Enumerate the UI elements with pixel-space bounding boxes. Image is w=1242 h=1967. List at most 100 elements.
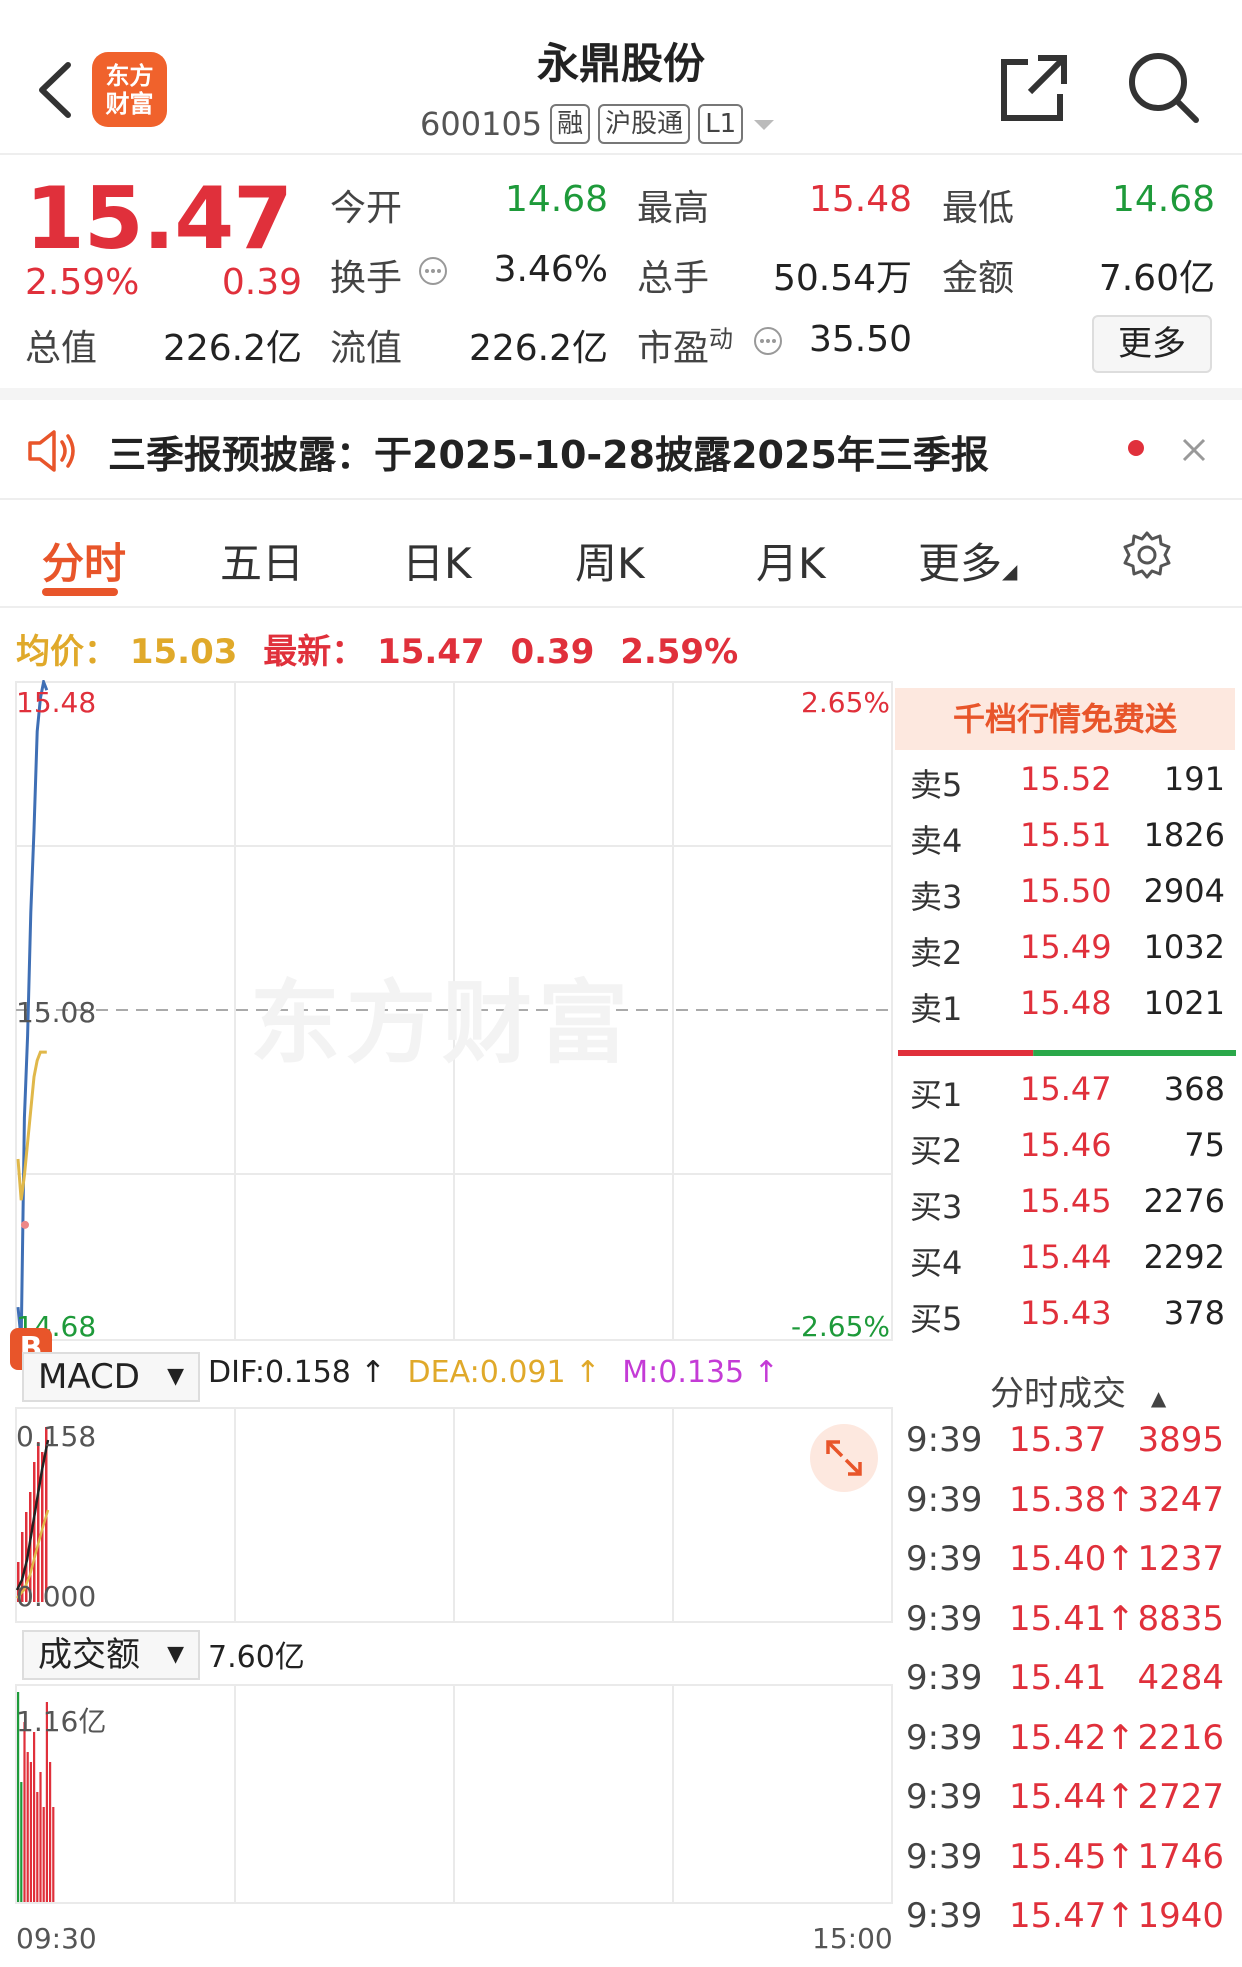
- open-label: 今开: [330, 188, 403, 229]
- ask-vol: 1032: [1143, 928, 1225, 966]
- trade-price: 15.37: [1009, 1420, 1107, 1460]
- volume-bar: [29, 1762, 32, 1902]
- trade-price: 15.45↑: [1009, 1836, 1135, 1877]
- tag-margin: 融: [550, 104, 591, 144]
- volume-bar: [49, 1762, 52, 1902]
- macd-m: M:0.135 ↑: [622, 1355, 779, 1390]
- macd-label: MACD: [38, 1357, 140, 1397]
- dropdown-arrow-icon: ▼: [167, 1642, 184, 1667]
- notice-text: 三季报预披露：于2025-10-28披露2025年三季报: [108, 433, 989, 477]
- tab-weekly-k[interactable]: 周K: [575, 530, 645, 591]
- top-bar: 东方财富 永鼎股份 600105 融 沪股通 L1: [0, 0, 1242, 155]
- trade-row: 9:39 15.42↑ 2216: [906, 1718, 1224, 1776]
- trade-row: 9:39 15.41 4284: [906, 1658, 1224, 1716]
- trade-vol: 3895: [1137, 1420, 1224, 1460]
- trade-row: 9:39 15.41↑ 8835: [906, 1599, 1224, 1657]
- indicator-selector-macd[interactable]: MACD ▼: [22, 1352, 200, 1402]
- ask-price: 15.52: [1020, 760, 1112, 798]
- ask-label: 卖4: [910, 822, 963, 860]
- volume-bar: [42, 1807, 45, 1902]
- bid-price: 15.46: [1020, 1126, 1112, 1164]
- trade-row: 9:39 15.45↑ 1746: [906, 1837, 1224, 1895]
- ask-vol: 191: [1163, 760, 1225, 798]
- volume-grid: [15, 1684, 893, 1904]
- trade-price: 15.40↑: [1009, 1539, 1135, 1579]
- close-icon[interactable]: [1180, 436, 1208, 464]
- tag-level: L1: [698, 104, 744, 144]
- tab-five-day[interactable]: 五日: [220, 530, 304, 591]
- pe-superscript: 动: [709, 325, 734, 353]
- level2-promo-banner[interactable]: 千档行情免费送: [895, 688, 1235, 750]
- bid-vol: 378: [1163, 1294, 1225, 1332]
- bid-price: 15.44: [1020, 1238, 1112, 1276]
- bid-level-4[interactable]: 买4 15.44 2292: [910, 1238, 1225, 1294]
- corner-caret-icon: ◢: [1002, 559, 1018, 583]
- time-start-tick: 09:30: [16, 1922, 97, 1955]
- tab-more[interactable]: 更多◢: [918, 530, 1017, 591]
- y-tick-mid: 15.08: [16, 996, 97, 1029]
- avg-price-line: 均价： 15.03 最新： 15.47 0.39 2.59%: [16, 624, 738, 673]
- ask-level-4[interactable]: 卖2 15.49 1032: [910, 928, 1225, 984]
- active-tab-indicator: [42, 588, 118, 596]
- search-icon[interactable]: [1126, 50, 1200, 124]
- trade-row: 9:39 15.38↑ 3247: [906, 1480, 1224, 1538]
- trades-header[interactable]: 分时成交 ▲: [990, 1366, 1166, 1415]
- trade-time: 9:39: [906, 1836, 983, 1877]
- settings-gear-icon[interactable]: [1122, 530, 1172, 580]
- ask-price: 15.49: [1020, 928, 1112, 966]
- more-quote-button[interactable]: 更多: [1092, 315, 1212, 373]
- sell-ratio-fill: [898, 1050, 1034, 1056]
- tab-monthly-k[interactable]: 月K: [756, 530, 826, 591]
- trade-time: 9:39: [906, 1777, 983, 1817]
- unread-dot: [1128, 440, 1144, 456]
- macd-grid: [15, 1407, 893, 1623]
- bid-level-3[interactable]: 买3 15.45 2276: [910, 1182, 1225, 1238]
- trade-row: 9:39 15.47↑ 1940: [906, 1896, 1224, 1954]
- macd-top-tick: 0.158: [16, 1420, 97, 1453]
- bid-level-1[interactable]: 买1 15.47 368: [910, 1070, 1225, 1126]
- volume-bar: [20, 1782, 23, 1902]
- notice-bar[interactable]: 三季报预披露：于2025-10-28披露2025年三季报: [0, 400, 1242, 500]
- ask-level-1[interactable]: 卖5 15.52 191: [910, 760, 1225, 816]
- volume-bar: [33, 1732, 36, 1902]
- trade-marker-dot: [21, 1220, 29, 1229]
- amount-label: 金额: [942, 258, 1015, 299]
- trade-price: 15.42↑: [1009, 1717, 1135, 1758]
- bid-level-2[interactable]: 买2 15.46 75: [910, 1126, 1225, 1182]
- latest-percent: 2.59%: [620, 632, 739, 672]
- trade-time: 9:39: [906, 1896, 983, 1936]
- trade-price: 15.41↑: [1009, 1598, 1135, 1639]
- low-label: 最低: [942, 188, 1015, 229]
- tab-daily-k[interactable]: 日K: [402, 530, 472, 591]
- speaker-icon: [28, 430, 75, 472]
- info-dots-icon[interactable]: [752, 325, 784, 357]
- indicator-selector-volume[interactable]: 成交额 ▼: [22, 1630, 200, 1680]
- trade-vol: 3247: [1137, 1479, 1224, 1520]
- trade-row: 9:39 15.40↑ 1237: [906, 1539, 1224, 1597]
- bid-level-5[interactable]: 买5 15.43 378: [910, 1294, 1225, 1350]
- ask-price: 15.48: [1020, 984, 1112, 1022]
- trade-vol: 1237: [1137, 1539, 1224, 1579]
- macd-bottom-tick: 0.000: [16, 1580, 97, 1613]
- high-label: 最高: [637, 188, 710, 229]
- ask-level-5[interactable]: 卖1 15.48 1021: [910, 984, 1225, 1040]
- macd-bar: [37, 1442, 40, 1602]
- dropdown-caret-icon[interactable]: [751, 114, 777, 134]
- info-dots-icon[interactable]: [417, 255, 449, 287]
- ask-level-2[interactable]: 卖4 15.51 1826: [910, 816, 1225, 872]
- amount-value: 7.60亿: [1098, 258, 1215, 299]
- intraday-chart[interactable]: [0, 680, 895, 1967]
- tab-intraday[interactable]: 分时: [42, 530, 126, 591]
- share-icon[interactable]: [998, 52, 1070, 124]
- bid-vol: 2276: [1143, 1182, 1225, 1220]
- ask-label: 卖2: [910, 934, 963, 972]
- open-value: 14.68: [504, 179, 608, 220]
- trade-row: 9:39 15.44↑ 2727: [906, 1777, 1224, 1835]
- pe-label-text: 市盈: [637, 328, 710, 369]
- expand-chart-button[interactable]: [810, 1424, 878, 1492]
- ask-level-3[interactable]: 卖3 15.50 2904: [910, 872, 1225, 928]
- tab-more-label: 更多: [918, 539, 1003, 588]
- quote-panel: 15.47 2.59% 0.39 今开 14.68 最高 15.48 最低 14…: [0, 157, 1242, 400]
- latest-change: 0.39: [510, 632, 595, 672]
- volume-bar: [39, 1772, 42, 1902]
